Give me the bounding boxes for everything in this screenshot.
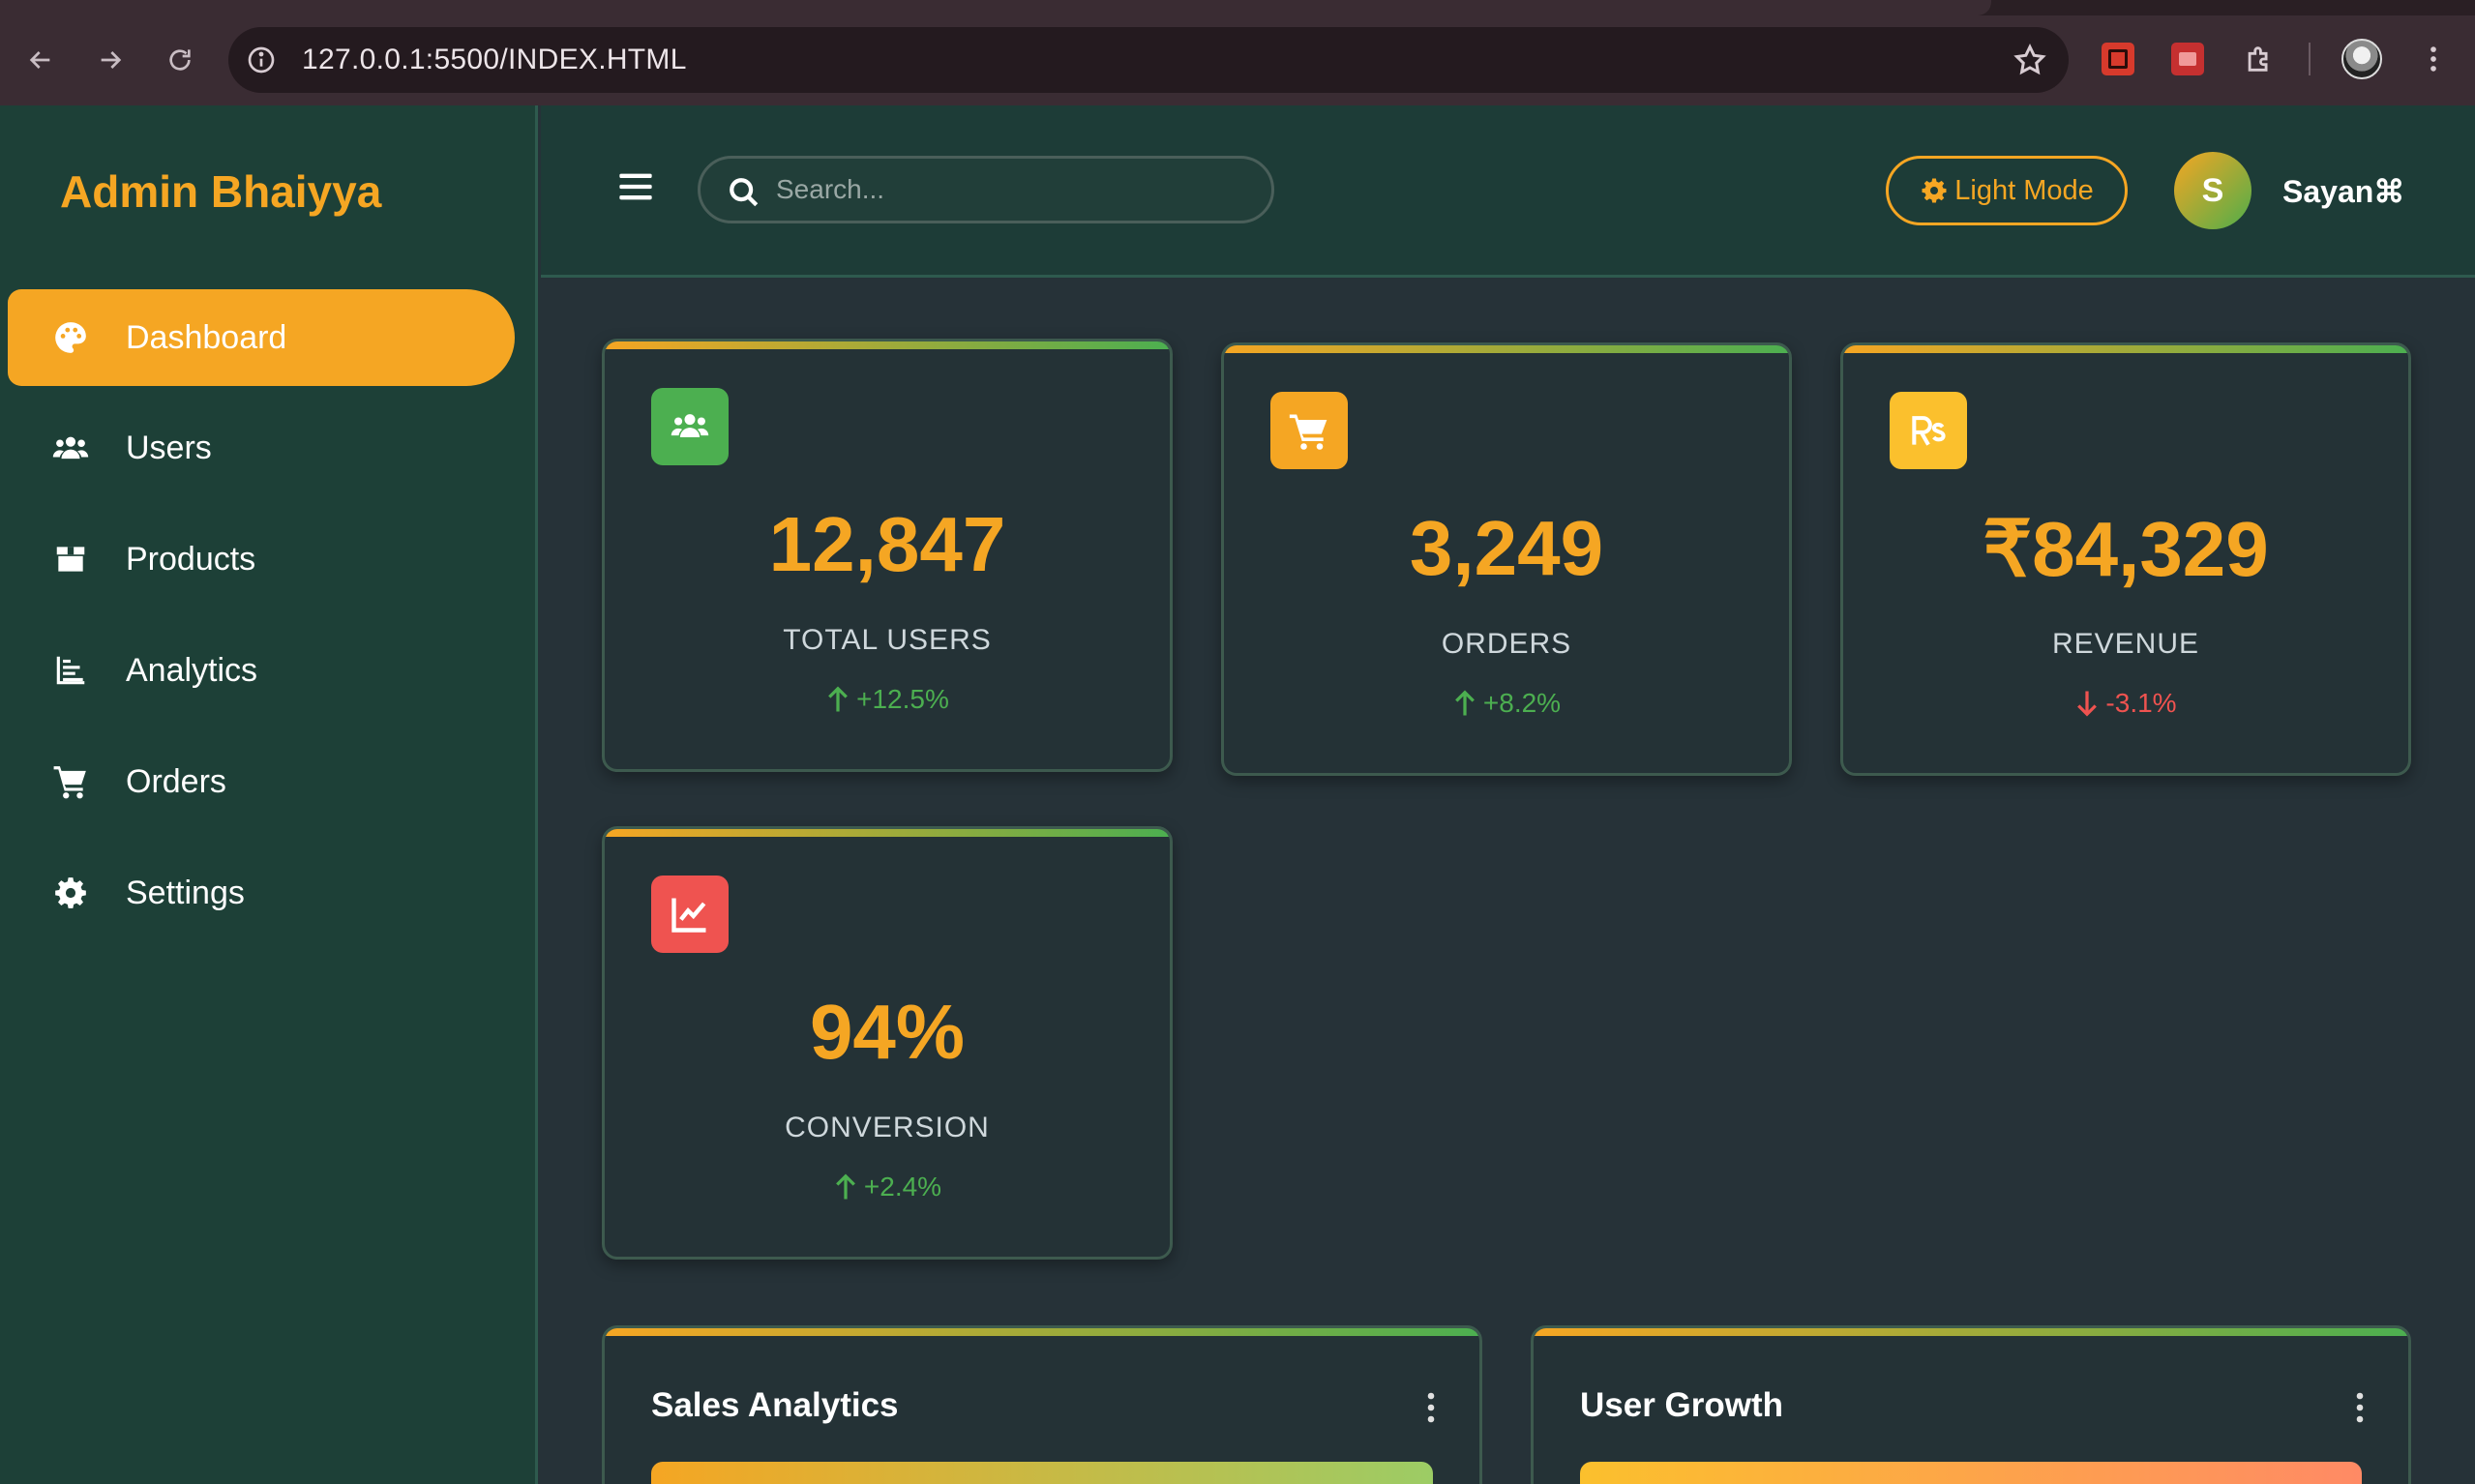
gear-icon bbox=[52, 875, 89, 911]
chart-card-user-growth: User Growth bbox=[1531, 1325, 2411, 1484]
search-input[interactable] bbox=[776, 168, 1240, 211]
stat-value: 12,847 bbox=[768, 501, 1006, 587]
stat-label: TOTAL USERS bbox=[783, 624, 992, 656]
stat-value: ₹84,329 bbox=[1983, 506, 2269, 592]
sidebar-item-label: Dashboard bbox=[126, 318, 287, 356]
sidebar-item-dashboard[interactable]: Dashboard bbox=[8, 289, 515, 386]
search-box bbox=[698, 156, 1274, 223]
sidebar-item-label: Analytics bbox=[126, 651, 258, 689]
profile-avatar-icon[interactable] bbox=[2341, 39, 2382, 79]
stat-value: 94% bbox=[809, 989, 966, 1075]
sidebar-item-settings[interactable]: Settings bbox=[8, 845, 515, 941]
theme-toggle-button[interactable]: Light Mode bbox=[1886, 156, 2128, 225]
stat-change-value: +12.5% bbox=[856, 684, 949, 714]
stat-value: 3,249 bbox=[1409, 505, 1604, 591]
extension-icon-2[interactable] bbox=[2171, 43, 2204, 75]
username[interactable]: Sayan⌘ bbox=[2282, 173, 2404, 210]
back-icon[interactable] bbox=[19, 39, 62, 81]
tab-strip bbox=[0, 0, 2475, 15]
arrow-up-icon bbox=[836, 1173, 855, 1200]
bookmark-star-icon[interactable] bbox=[2013, 43, 2047, 77]
sidebar-item-label: Users bbox=[126, 429, 212, 466]
chart-bar-icon bbox=[52, 652, 89, 689]
chart-title: User Growth bbox=[1580, 1386, 1784, 1424]
palette-icon bbox=[52, 319, 89, 356]
stat-change-value: +8.2% bbox=[1482, 688, 1562, 718]
sidebar-item-label: Products bbox=[126, 540, 256, 578]
forward-icon[interactable] bbox=[89, 39, 132, 81]
stat-card-orders: 3,249 ORDERS +8.2% bbox=[1221, 342, 1792, 776]
search-icon bbox=[728, 176, 760, 209]
site-info-icon[interactable] bbox=[246, 45, 277, 75]
stat-card-total-users: 12,847 TOTAL USERS +12.5% bbox=[602, 339, 1173, 772]
sidebar-item-label: Settings bbox=[126, 874, 245, 911]
avatar[interactable]: S bbox=[2174, 152, 2251, 229]
more-options-icon[interactable] bbox=[2354, 1390, 2366, 1425]
sidebar-item-label: Orders bbox=[126, 762, 226, 800]
rupee-icon bbox=[1890, 392, 1967, 469]
url-text[interactable]: 127.0.0.1:5500/INDEX.HTML bbox=[302, 45, 687, 75]
extensions-puzzle-icon[interactable] bbox=[2239, 39, 2280, 79]
sidebar-item-orders[interactable]: Orders bbox=[8, 733, 515, 830]
active-tab[interactable] bbox=[0, 0, 1991, 15]
stat-card-revenue: ₹84,329 REVENUE -3.1% bbox=[1840, 342, 2411, 776]
gear-icon bbox=[1920, 176, 1949, 205]
arrow-down-icon bbox=[2077, 691, 2098, 717]
more-menu-icon[interactable] bbox=[2413, 39, 2454, 79]
sidebar-item-products[interactable]: Products bbox=[8, 511, 515, 608]
stat-label: ORDERS bbox=[1441, 628, 1572, 660]
arrow-up-icon bbox=[1455, 690, 1475, 716]
more-options-icon[interactable] bbox=[1425, 1390, 1437, 1425]
address-bar[interactable]: 127.0.0.1:5500/INDEX.HTML bbox=[228, 27, 2069, 93]
cart-icon bbox=[52, 763, 89, 800]
topbar: Light Mode S Sayan⌘ bbox=[541, 105, 2475, 278]
stat-label: CONVERSION bbox=[785, 1112, 990, 1143]
chart-area bbox=[1580, 1462, 2362, 1484]
stat-change-value: +2.4% bbox=[863, 1172, 942, 1202]
browser-chrome: 127.0.0.1:5500/INDEX.HTML bbox=[0, 0, 2475, 105]
stat-card-conversion: 94% CONVERSION +2.4% bbox=[602, 826, 1173, 1260]
arrow-up-icon bbox=[828, 686, 849, 712]
stat-change: -3.1% bbox=[1843, 688, 2408, 719]
box-icon bbox=[52, 541, 89, 578]
line-chart-icon bbox=[651, 876, 729, 953]
stat-change: +2.4% bbox=[605, 1172, 1170, 1202]
sidebar: Admin Bhaiyya Dashboard Users Products A… bbox=[0, 105, 538, 1484]
users-icon bbox=[52, 430, 89, 466]
stat-change: +8.2% bbox=[1224, 688, 1789, 719]
chart-title: Sales Analytics bbox=[651, 1386, 899, 1424]
brand-logo-text[interactable]: Admin Bhaiyya bbox=[60, 165, 381, 218]
stat-label: REVENUE bbox=[2051, 628, 2200, 660]
stat-change: +12.5% bbox=[605, 684, 1170, 715]
theme-toggle-label: Light Mode bbox=[1954, 174, 2094, 206]
reload-icon[interactable] bbox=[159, 39, 201, 81]
stat-change-value: -3.1% bbox=[2105, 688, 2177, 718]
hamburger-menu-icon[interactable] bbox=[616, 167, 655, 206]
sidebar-item-analytics[interactable]: Analytics bbox=[8, 622, 515, 719]
extension-icon-1[interactable] bbox=[2102, 43, 2134, 75]
users-icon bbox=[651, 388, 729, 465]
toolbar-divider bbox=[2309, 43, 2311, 75]
cart-icon bbox=[1270, 392, 1348, 469]
chart-area bbox=[651, 1462, 1433, 1484]
chart-card-sales-analytics: Sales Analytics bbox=[602, 1325, 1482, 1484]
sidebar-item-users[interactable]: Users bbox=[8, 400, 515, 496]
